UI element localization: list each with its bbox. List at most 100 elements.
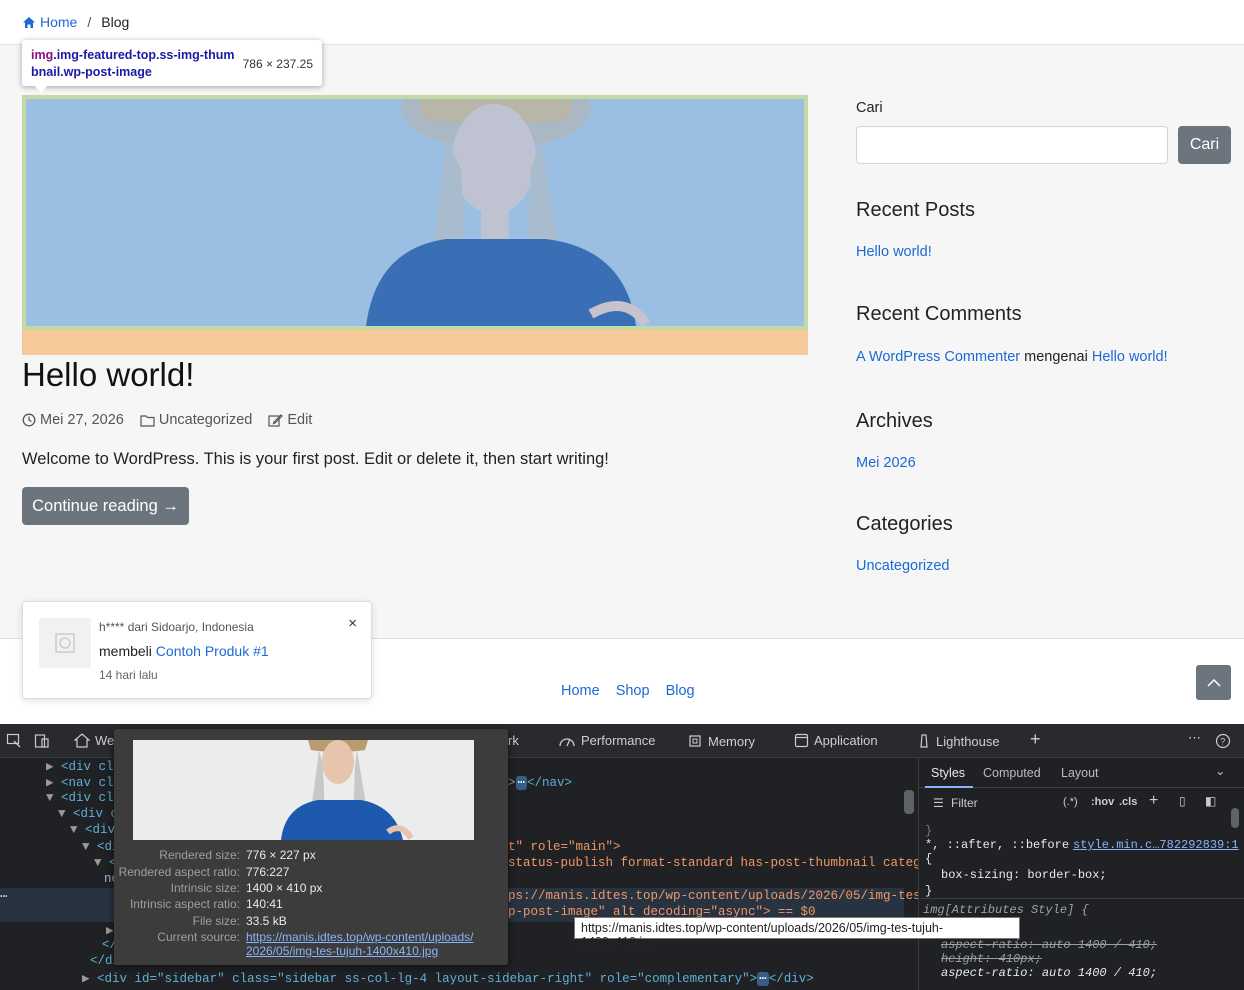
- paint-icon[interactable]: ▯: [1179, 794, 1186, 808]
- rule2-declaration-1[interactable]: aspect-ratio: auto 1400 / 410;: [941, 938, 1157, 952]
- footer-link-blog[interactable]: Blog: [666, 683, 695, 699]
- rule1-selector: *, ::after, ::before: [925, 838, 1070, 852]
- post-category-label: Uncategorized: [158, 412, 253, 428]
- tab-performance[interactable]: Performance: [558, 733, 655, 748]
- featured-image[interactable]: [26, 99, 804, 326]
- tab-application[interactable]: Application: [794, 733, 878, 748]
- dom-line[interactable]: ▶: [106, 922, 114, 938]
- hov-toggle[interactable]: :hov: [1091, 796, 1114, 808]
- dom-attr: ps://manis.idtes.top/wp-content/uploads/…: [508, 889, 951, 903]
- post-meta: Mei 27, 2026 Uncategorized Edit: [22, 412, 312, 428]
- styles-pane: Styles Computed Layout ⌄ ☰ Filter (.*) :…: [918, 758, 1244, 990]
- tab-lighthouse[interactable]: Lighthouse: [917, 733, 1000, 749]
- comment-post-link[interactable]: Hello world!: [1092, 349, 1168, 365]
- dom-ellipsis: ⋯: [0, 890, 8, 904]
- inspector-dimensions: 786 × 237.25: [242, 57, 313, 71]
- image-placeholder-icon: [55, 633, 75, 653]
- search-input[interactable]: [856, 126, 1168, 164]
- tab-layout[interactable]: Layout: [1061, 766, 1099, 780]
- edit-icon: [268, 414, 284, 427]
- post-date: Mei 27, 2026: [22, 412, 124, 428]
- add-tab-icon[interactable]: +: [1030, 729, 1041, 750]
- inspector-classes: .img-featured-top.ss-img-thumbnail.wp-po…: [31, 48, 235, 79]
- notification-close-button[interactable]: ×: [348, 615, 357, 632]
- home-icon: [74, 733, 90, 748]
- recent-comments-heading: Recent Comments: [856, 303, 1022, 325]
- tab-memory[interactable]: Memory: [687, 733, 755, 749]
- search-label: Cari: [856, 100, 883, 116]
- post-category[interactable]: Uncategorized: [140, 412, 253, 428]
- rule2-declaration-3[interactable]: aspect-ratio: auto 1400 / 410;: [941, 966, 1157, 980]
- styles-tabbar: Styles Computed Layout ⌄: [919, 758, 1244, 788]
- current-source-link-1[interactable]: https://manis.idtes.top/wp-content/uploa…: [246, 930, 473, 944]
- breadcrumb-separator: /: [87, 14, 92, 30]
- featured-image-highlight: [22, 95, 808, 355]
- dom-line[interactable]: ▼ <div: [70, 823, 115, 837]
- notification-time: 14 hari lalu: [99, 668, 158, 682]
- search-button[interactable]: Cari: [1178, 126, 1231, 164]
- footer-link-shop[interactable]: Shop: [616, 683, 650, 699]
- new-rule-icon[interactable]: +: [1149, 792, 1158, 810]
- chevron-up-icon: [1206, 678, 1221, 687]
- url-tooltip: https://manis.idtes.top/wp-content/uploa…: [574, 917, 1020, 949]
- footer-link-home[interactable]: Home: [561, 683, 600, 699]
- notification-action: membeli: [99, 643, 152, 659]
- breadcrumb-current: Blog: [101, 14, 130, 30]
- inspector-tooltip-arrow: [34, 85, 48, 93]
- woman-photo: [26, 99, 804, 326]
- inspector-selector: img.img-featured-top.ss-img-thumbnail.wp…: [31, 47, 236, 81]
- post-title[interactable]: Hello world!: [22, 356, 194, 394]
- scroll-to-top-button[interactable]: [1196, 665, 1231, 700]
- rule1-source-link[interactable]: style.min.c…782292839:1: [1073, 838, 1239, 852]
- elements-scrollbar[interactable]: [904, 790, 914, 814]
- categories-heading: Categories: [856, 513, 953, 535]
- notification-product-link[interactable]: Contoh Produk #1: [156, 643, 269, 659]
- tab-computed[interactable]: Computed: [983, 766, 1041, 780]
- rule1-declaration[interactable]: box-sizing: border-box;: [941, 868, 1107, 882]
- active-tab-indicator: [925, 786, 973, 788]
- styles-scrollbar[interactable]: [1231, 808, 1239, 828]
- lighthouse-icon: [920, 734, 928, 748]
- inspect-element-icon[interactable]: [6, 733, 22, 749]
- memory-icon: [689, 735, 701, 747]
- commenter-link[interactable]: A WordPress Commenter: [856, 349, 1020, 365]
- purchase-notification: h**** dari Sidoarjo, Indonesia membeli C…: [22, 601, 372, 699]
- application-icon: [794, 733, 809, 748]
- product-thumbnail: [39, 618, 91, 668]
- styles-line: }: [925, 824, 933, 838]
- regex-toggle[interactable]: (.*): [1063, 796, 1078, 808]
- dom-attr: status-publish format-standard has-post-…: [508, 856, 959, 870]
- category-link[interactable]: Uncategorized: [856, 558, 950, 574]
- highlight-margin: [22, 330, 808, 355]
- tab-styles[interactable]: Styles: [931, 766, 965, 780]
- inspector-tag: img: [31, 48, 54, 62]
- continue-reading-button[interactable]: Continue reading →: [22, 487, 189, 525]
- breadcrumb-home-label: Home: [40, 14, 78, 30]
- more-options-icon[interactable]: ⋯: [1188, 730, 1201, 746]
- recent-post-link[interactable]: Hello world!: [856, 244, 932, 260]
- notification-buyer: h**** dari Sidoarjo, Indonesia: [99, 620, 254, 634]
- cls-toggle[interactable]: .cls: [1119, 796, 1137, 808]
- svg-text:?: ?: [1220, 737, 1225, 747]
- home-icon: [23, 16, 35, 28]
- breadcrumb-home-link[interactable]: Home: [22, 14, 77, 30]
- recent-comment: A WordPress Commenter mengenai Hello wor…: [856, 349, 1168, 365]
- archive-link[interactable]: Mei 2026: [856, 455, 916, 471]
- dom-line-sidebar[interactable]: ▶ <div id="sidebar" class="sidebar ss-co…: [82, 970, 814, 986]
- device-toolbar-icon[interactable]: [34, 733, 50, 749]
- filter-input[interactable]: Filter: [951, 796, 978, 810]
- tab-welcome[interactable]: We: [74, 733, 114, 748]
- styles-brace: {: [925, 852, 933, 866]
- current-source-link-2[interactable]: 2026/05/img-tes-tujuh-1400x410.jpg: [246, 944, 438, 958]
- breadcrumb-bar: Home / Blog: [0, 0, 1244, 45]
- footer-nav: Home Shop Blog: [561, 683, 695, 699]
- sidebar-toggle-icon[interactable]: ◧: [1205, 794, 1216, 808]
- rule2-declaration-2[interactable]: height: 410px;: [941, 952, 1042, 966]
- help-icon[interactable]: ?: [1215, 733, 1231, 749]
- web-page: Home / Blog Hello world! Mei 27, 2026 Un…: [0, 0, 1244, 724]
- chevron-down-icon[interactable]: ⌄: [1215, 763, 1225, 778]
- rule2-selector: img[Attributes Style] {: [923, 903, 1089, 917]
- post-edit-link[interactable]: Edit: [268, 412, 312, 428]
- folder-icon: [140, 414, 155, 427]
- tab-network[interactable]: rk: [508, 733, 519, 748]
